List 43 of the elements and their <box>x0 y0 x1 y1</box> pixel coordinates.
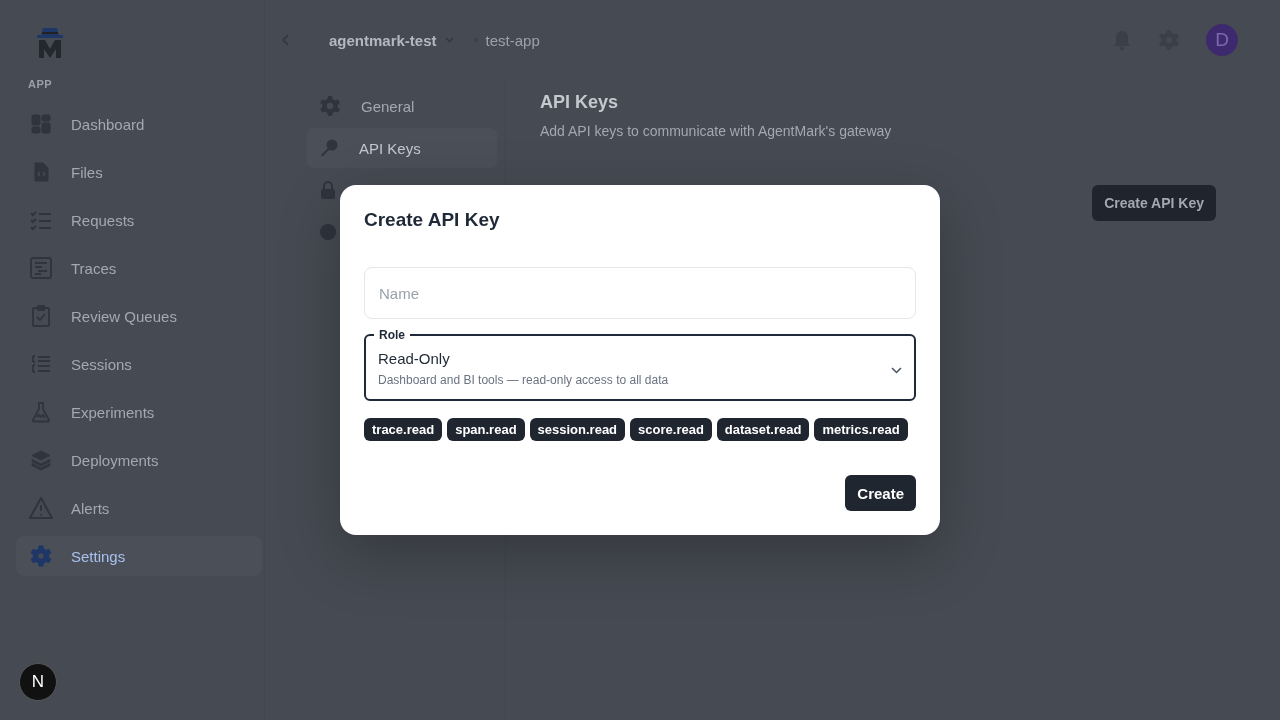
sidebar-item[interactable]: Deployments <box>16 440 262 480</box>
organization-name[interactable]: agentmark-test <box>329 31 437 49</box>
sidebar-item[interactable]: Files <box>16 152 262 192</box>
chevron-down-icon <box>891 367 902 374</box>
dialog-title: Create API Key <box>364 209 501 231</box>
dev-tools-button[interactable]: N <box>19 663 57 701</box>
create-api-key-button[interactable]: Create API Key <box>1092 185 1216 221</box>
settings-nav-item[interactable]: API Keys <box>307 128 497 168</box>
gear-icon <box>319 95 341 117</box>
settings-nav-item[interactable]: General <box>307 86 497 126</box>
sidebar-item[interactable]: Requests <box>16 200 262 240</box>
app-name[interactable]: test-app <box>485 31 540 49</box>
sidebar-item[interactable]: Alerts <box>16 488 262 528</box>
permission-tag: metrics.read <box>814 418 908 441</box>
sidebar-item[interactable]: Sessions <box>16 344 262 384</box>
clipboard-check-icon <box>30 304 52 328</box>
sidebar-item[interactable]: Settings <box>16 536 262 576</box>
sidebar-item[interactable]: Dashboard <box>16 104 262 144</box>
lock-icon <box>319 180 337 200</box>
permission-tag: score.read <box>630 418 712 441</box>
document-lines-icon <box>29 256 53 280</box>
permission-tag: dataset.read <box>716 418 810 441</box>
role-select[interactable]: Role Read-Only Dashboard and BI tools — read-only access to all data <box>364 328 916 401</box>
logo-icon <box>36 26 64 60</box>
page-description: Add API keys to communicate with AgentMark's gateway <box>540 123 893 139</box>
create-button[interactable]: Create <box>845 475 916 511</box>
flask-icon <box>30 401 52 423</box>
sidebar-item[interactable]: Traces <box>16 248 262 288</box>
section-label: APP <box>28 78 54 90</box>
dashboard-icon <box>30 113 52 135</box>
layers-icon <box>30 449 52 471</box>
page-title: API Keys <box>540 92 620 113</box>
permission-tag: trace.read <box>364 418 443 441</box>
circle-icon <box>319 223 337 241</box>
permission-tag: span.read <box>447 418 525 441</box>
permission-tag: session.read <box>529 418 626 441</box>
gear-icon <box>30 545 52 567</box>
warning-icon <box>28 496 54 520</box>
key-icon <box>319 138 339 158</box>
sidebar-item[interactable]: Review Queues <box>16 296 262 336</box>
name-input-field[interactable]: Name <box>364 267 916 319</box>
sidebar-item[interactable]: Experiments <box>16 392 262 432</box>
user-avatar[interactable]: D <box>1206 24 1238 56</box>
